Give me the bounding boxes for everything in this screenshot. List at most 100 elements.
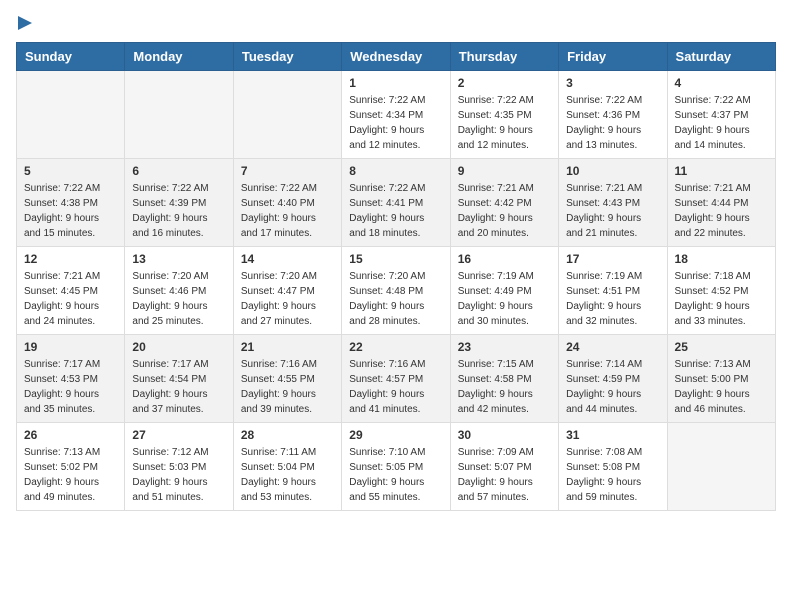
day-number: 17 — [566, 252, 659, 266]
day-number: 25 — [675, 340, 768, 354]
day-number: 21 — [241, 340, 334, 354]
day-info: Sunrise: 7:21 AM Sunset: 4:44 PM Dayligh… — [675, 181, 768, 241]
day-number: 26 — [24, 428, 117, 442]
calendar-cell: 28 Sunrise: 7:11 AM Sunset: 5:04 PM Dayli… — [233, 423, 341, 511]
day-info: Sunrise: 7:16 AM Sunset: 4:55 PM Dayligh… — [241, 357, 334, 417]
calendar-cell: 23 Sunrise: 7:15 AM Sunset: 4:58 PM Dayli… — [450, 335, 558, 423]
weekday-header-thursday: Thursday — [450, 43, 558, 71]
calendar-cell — [17, 71, 125, 159]
calendar-cell: 11 Sunrise: 7:21 AM Sunset: 4:44 PM Dayli… — [667, 159, 775, 247]
day-number: 28 — [241, 428, 334, 442]
page-header — [16, 16, 776, 30]
day-info: Sunrise: 7:16 AM Sunset: 4:57 PM Dayligh… — [349, 357, 442, 417]
day-info: Sunrise: 7:17 AM Sunset: 4:53 PM Dayligh… — [24, 357, 117, 417]
day-info: Sunrise: 7:17 AM Sunset: 4:54 PM Dayligh… — [132, 357, 225, 417]
calendar-cell: 8 Sunrise: 7:22 AM Sunset: 4:41 PM Daylig… — [342, 159, 450, 247]
calendar-cell: 17Sunrise: 7:19 AM Sunset: 4:51 PM Dayli… — [559, 247, 667, 335]
day-info: Sunrise: 7:20 AM Sunset: 4:48 PM Dayligh… — [349, 269, 442, 329]
calendar-cell: 30 Sunrise: 7:09 AM Sunset: 5:07 PM Dayli… — [450, 423, 558, 511]
calendar-cell: 4 Sunrise: 7:22 AM Sunset: 4:37 PM Daylig… — [667, 71, 775, 159]
weekday-header-friday: Friday — [559, 43, 667, 71]
day-info: Sunrise: 7:22 AM Sunset: 4:41 PM Dayligh… — [349, 181, 442, 241]
day-number: 30 — [458, 428, 551, 442]
day-info: Sunrise: 7:22 AM Sunset: 4:35 PM Dayligh… — [458, 93, 551, 153]
calendar-cell: 27 Sunrise: 7:12 AM Sunset: 5:03 PM Dayli… — [125, 423, 233, 511]
weekday-header-saturday: Saturday — [667, 43, 775, 71]
day-number: 19 — [24, 340, 117, 354]
day-number: 14 — [241, 252, 334, 266]
day-number: 18 — [675, 252, 768, 266]
calendar-cell: 18 Sunrise: 7:18 AM Sunset: 4:52 PM Dayli… — [667, 247, 775, 335]
day-info: Sunrise: 7:22 AM Sunset: 4:37 PM Dayligh… — [675, 93, 768, 153]
day-info: Sunrise: 7:10 AM Sunset: 5:05 PM Dayligh… — [349, 445, 442, 505]
day-info: Sunrise: 7:14 AM Sunset: 4:59 PM Dayligh… — [566, 357, 659, 417]
calendar-cell: 14 Sunrise: 7:20 AM Sunset: 4:47 PM Dayli… — [233, 247, 341, 335]
day-number: 31 — [566, 428, 659, 442]
day-info: Sunrise: 7:18 AM Sunset: 4:52 PM Dayligh… — [675, 269, 768, 329]
day-number: 20 — [132, 340, 225, 354]
calendar-cell — [667, 423, 775, 511]
day-info: Sunrise: 7:21 AM Sunset: 4:43 PM Dayligh… — [566, 181, 659, 241]
calendar-cell: 3 Sunrise: 7:22 AM Sunset: 4:36 PM Daylig… — [559, 71, 667, 159]
calendar-cell: 9 Sunrise: 7:21 AM Sunset: 4:42 PM Daylig… — [450, 159, 558, 247]
day-number: 22 — [349, 340, 442, 354]
calendar-cell — [125, 71, 233, 159]
calendar-cell: 12Sunrise: 7:21 AM Sunset: 4:45 PM Dayli… — [17, 247, 125, 335]
logo — [16, 16, 32, 30]
day-number: 6 — [132, 164, 225, 178]
day-info: Sunrise: 7:22 AM Sunset: 4:36 PM Dayligh… — [566, 93, 659, 153]
day-info: Sunrise: 7:09 AM Sunset: 5:07 PM Dayligh… — [458, 445, 551, 505]
calendar-cell: 24 Sunrise: 7:14 AM Sunset: 4:59 PM Dayli… — [559, 335, 667, 423]
logo-icon — [18, 16, 32, 30]
day-info: Sunrise: 7:15 AM Sunset: 4:58 PM Dayligh… — [458, 357, 551, 417]
calendar-cell: 29Sunrise: 7:10 AM Sunset: 5:05 PM Dayli… — [342, 423, 450, 511]
day-number: 11 — [675, 164, 768, 178]
day-info: Sunrise: 7:11 AM Sunset: 5:04 PM Dayligh… — [241, 445, 334, 505]
calendar-cell: 13 Sunrise: 7:20 AM Sunset: 4:46 PM Dayli… — [125, 247, 233, 335]
day-number: 13 — [132, 252, 225, 266]
calendar-cell: 19 Sunrise: 7:17 AM Sunset: 4:53 PM Dayli… — [17, 335, 125, 423]
day-info: Sunrise: 7:20 AM Sunset: 4:47 PM Dayligh… — [241, 269, 334, 329]
calendar-cell: 21 Sunrise: 7:16 AM Sunset: 4:55 PM Dayli… — [233, 335, 341, 423]
day-info: Sunrise: 7:13 AM Sunset: 5:02 PM Dayligh… — [24, 445, 117, 505]
day-info: Sunrise: 7:21 AM Sunset: 4:42 PM Dayligh… — [458, 181, 551, 241]
day-info: Sunrise: 7:22 AM Sunset: 4:38 PM Dayligh… — [24, 181, 117, 241]
day-info: Sunrise: 7:22 AM Sunset: 4:40 PM Dayligh… — [241, 181, 334, 241]
calendar-cell: 31 Sunrise: 7:08 AM Sunset: 5:08 PM Dayli… — [559, 423, 667, 511]
day-info: Sunrise: 7:08 AM Sunset: 5:08 PM Dayligh… — [566, 445, 659, 505]
calendar-cell: 20 Sunrise: 7:17 AM Sunset: 4:54 PM Dayli… — [125, 335, 233, 423]
weekday-header-row: SundayMondayTuesdayWednesdayThursdayFrid… — [17, 43, 776, 71]
day-number: 16 — [458, 252, 551, 266]
calendar-cell: 2Sunrise: 7:22 AM Sunset: 4:35 PM Daylig… — [450, 71, 558, 159]
calendar-cell: 6 Sunrise: 7:22 AM Sunset: 4:39 PM Daylig… — [125, 159, 233, 247]
calendar-week-1: 1Sunrise: 7:22 AM Sunset: 4:34 PM Daylig… — [17, 71, 776, 159]
calendar-cell: 5Sunrise: 7:22 AM Sunset: 4:38 PM Daylig… — [17, 159, 125, 247]
day-info: Sunrise: 7:22 AM Sunset: 4:39 PM Dayligh… — [132, 181, 225, 241]
calendar-cell — [233, 71, 341, 159]
calendar-cell: 16Sunrise: 7:19 AM Sunset: 4:49 PM Dayli… — [450, 247, 558, 335]
calendar-cell: 10 Sunrise: 7:21 AM Sunset: 4:43 PM Dayli… — [559, 159, 667, 247]
day-number: 12 — [24, 252, 117, 266]
weekday-header-wednesday: Wednesday — [342, 43, 450, 71]
day-info: Sunrise: 7:20 AM Sunset: 4:46 PM Dayligh… — [132, 269, 225, 329]
calendar-week-2: 5Sunrise: 7:22 AM Sunset: 4:38 PM Daylig… — [17, 159, 776, 247]
day-number: 9 — [458, 164, 551, 178]
weekday-header-sunday: Sunday — [17, 43, 125, 71]
day-number: 27 — [132, 428, 225, 442]
day-number: 23 — [458, 340, 551, 354]
calendar-week-5: 26 Sunrise: 7:13 AM Sunset: 5:02 PM Dayli… — [17, 423, 776, 511]
calendar-table: SundayMondayTuesdayWednesdayThursdayFrid… — [16, 42, 776, 511]
calendar-week-3: 12Sunrise: 7:21 AM Sunset: 4:45 PM Dayli… — [17, 247, 776, 335]
day-info: Sunrise: 7:12 AM Sunset: 5:03 PM Dayligh… — [132, 445, 225, 505]
day-number: 24 — [566, 340, 659, 354]
day-number: 4 — [675, 76, 768, 90]
day-info: Sunrise: 7:22 AM Sunset: 4:34 PM Dayligh… — [349, 93, 442, 153]
day-number: 10 — [566, 164, 659, 178]
day-info: Sunrise: 7:13 AM Sunset: 5:00 PM Dayligh… — [675, 357, 768, 417]
weekday-header-monday: Monday — [125, 43, 233, 71]
day-number: 8 — [349, 164, 442, 178]
calendar-cell: 22 Sunrise: 7:16 AM Sunset: 4:57 PM Dayli… — [342, 335, 450, 423]
calendar-week-4: 19 Sunrise: 7:17 AM Sunset: 4:53 PM Dayli… — [17, 335, 776, 423]
day-number: 3 — [566, 76, 659, 90]
weekday-header-tuesday: Tuesday — [233, 43, 341, 71]
